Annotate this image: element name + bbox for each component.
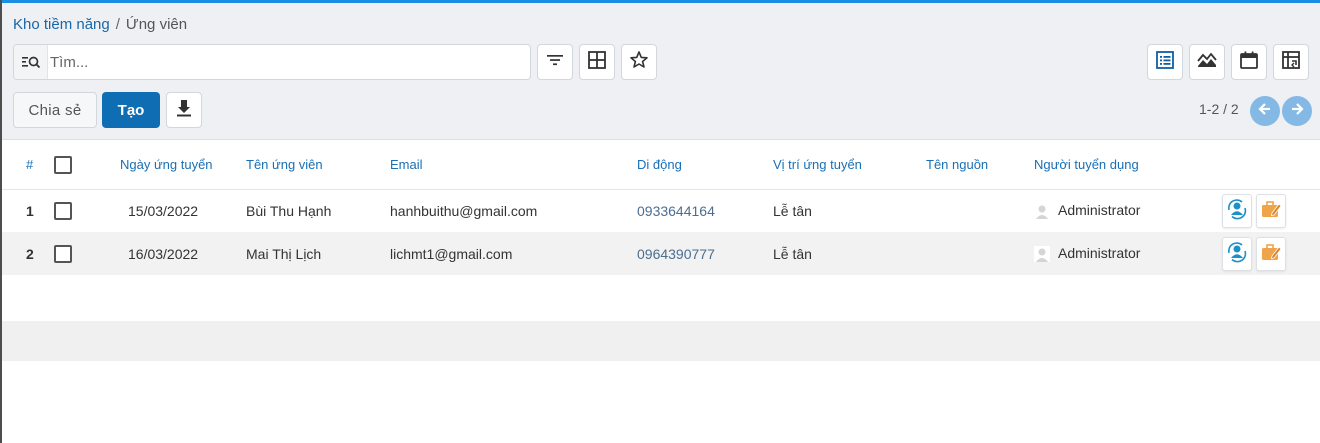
row-recruiter: Administrator [1058,244,1141,261]
list-view-button[interactable] [1147,44,1183,80]
breadcrumb: Kho tiềm năng / Ứng viên [13,16,187,33]
row-email: hanhbuithu@gmail.com [390,202,538,219]
arrow-left-icon [1258,102,1272,121]
kanban-view-button[interactable] [1189,44,1225,80]
briefcase-edit-icon [1260,198,1282,223]
pivot-view-icon [1281,50,1301,75]
arrow-right-icon [1290,102,1304,121]
column-header-source[interactable]: Tên nguồn [926,141,1034,189]
row-checkbox[interactable] [54,244,72,263]
group-by-icon [587,50,607,75]
refresh-user-icon [1226,198,1248,223]
column-header-index: # [26,157,34,173]
row-actions [1222,189,1320,232]
row-source [926,232,1034,275]
calendar-view-button[interactable] [1231,44,1267,80]
filter-button[interactable] [537,44,573,80]
control-panel: Kho tiềm năng / Ứng viên Chia sẻ Tạo 1-2 /… [2,3,1320,140]
empty-row-band [2,321,1320,361]
avatar [1034,203,1050,220]
search-box [13,44,531,80]
share-button[interactable]: Chia sẻ [13,92,97,128]
row-recruiter-cell: Administrator [1034,232,1222,275]
breadcrumb-parent[interactable]: Kho tiềm năng [13,16,110,33]
calendar-view-icon [1239,50,1259,75]
favorite-star-icon [629,50,649,75]
breadcrumb-current: Ứng viên [125,16,188,33]
pager-previous-button[interactable] [1250,96,1280,126]
search-facet-icon[interactable] [14,45,48,79]
filter-icon [546,53,564,72]
select-all-checkbox[interactable] [54,155,72,174]
row-index: 2 [26,245,34,262]
row-name: Mai Thị Lịch [246,245,322,262]
list-view-icon [1155,50,1175,75]
row-recruiter-cell: Administrator [1034,189,1222,232]
download-button[interactable] [166,92,202,128]
row-name: Bùi Thu Hạnh [246,202,332,219]
select-all-cell [48,141,118,189]
row-email: lichmt1@gmail.com [390,245,513,262]
row-position: Lễ tân [773,245,812,262]
column-header-position[interactable]: Vị trí ứng tuyển [773,141,926,189]
row-position: Lễ tân [773,202,812,219]
column-header-email[interactable]: Email [390,141,637,189]
column-header-phone[interactable]: Di động [637,141,773,189]
column-header-name[interactable]: Tên ứng viên [246,141,390,189]
avatar [1034,246,1050,263]
create-button[interactable]: Tạo [102,92,160,128]
row-index: 1 [26,202,34,219]
edit-application-button[interactable] [1256,236,1286,271]
row-recruiter: Administrator [1058,202,1141,219]
pager-next-button[interactable] [1282,96,1312,126]
group-by-button[interactable] [579,44,615,80]
edit-application-button[interactable] [1256,193,1286,228]
table-header-row: # Ngày ứng tuyển Tên ứng viên Email Di đ… [2,141,1320,189]
row-select-cell [48,232,118,275]
table-row[interactable]: 1 15/03/2022 Bùi Thu Hạnh hanhbuithu@gma… [2,189,1320,232]
kanban-view-icon [1196,50,1218,75]
row-select-cell [48,189,118,232]
candidate-table: # Ngày ứng tuyển Tên ứng viên Email Di đ… [2,141,1320,275]
row-actions [1222,232,1320,275]
row-checkbox[interactable] [54,201,72,220]
pager-value[interactable]: 1-2 / 2 [1199,101,1239,117]
column-header-date[interactable]: Ngày ứng tuyển [118,141,246,189]
breadcrumb-separator: / [115,16,120,33]
row-source [926,189,1034,232]
row-date: 15/03/2022 [128,202,199,219]
favorite-button[interactable] [621,44,657,80]
row-phone[interactable]: 0933644164 [637,189,773,232]
column-header-actions [1222,141,1320,189]
refresh-user-button[interactable] [1222,236,1252,271]
column-header-recruiter[interactable]: Người tuyển dụng [1034,141,1222,189]
download-icon [175,98,193,123]
row-phone[interactable]: 0964390777 [637,232,773,275]
refresh-user-icon [1226,241,1248,266]
refresh-user-button[interactable] [1222,193,1252,228]
pivot-view-button[interactable] [1273,44,1309,80]
row-date: 16/03/2022 [128,245,199,262]
search-input[interactable] [50,45,520,79]
table-row[interactable]: 2 16/03/2022 Mai Thị Lịch lichmt1@gmail.… [2,232,1320,275]
briefcase-edit-icon [1260,241,1282,266]
